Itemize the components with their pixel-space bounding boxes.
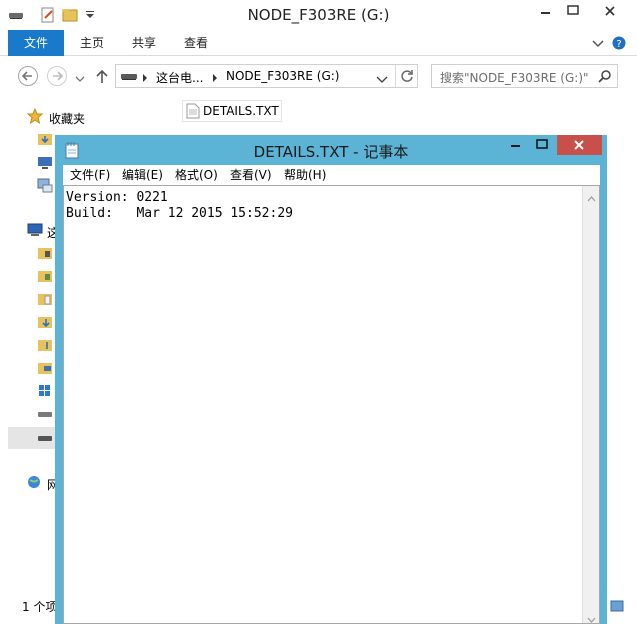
breadcrumb-separator-icon[interactable] bbox=[142, 72, 148, 86]
network-icon bbox=[27, 474, 43, 493]
pictures-folder-icon bbox=[37, 268, 53, 287]
file-item[interactable]: DETAILS.TXT bbox=[182, 100, 282, 122]
large-icons-view-icon[interactable] bbox=[610, 600, 624, 615]
desktop: NODE_F303RE (G:) 文件 主页 共享 查看 ? 这台电... NO… bbox=[0, 0, 637, 624]
notepad-text-area[interactable]: Version: 0221 Build: Mar 12 2015 15:52:2… bbox=[63, 185, 600, 624]
menu-edit[interactable]: 编辑(E) bbox=[122, 167, 163, 183]
drive-icon bbox=[120, 69, 138, 86]
file-name: DETAILS.TXT bbox=[203, 104, 279, 118]
notepad-close-button[interactable] bbox=[557, 135, 602, 155]
desktop-folder-icon bbox=[37, 360, 53, 379]
explorer-close-button[interactable] bbox=[588, 0, 633, 22]
computer-icon bbox=[27, 222, 43, 241]
svg-text:?: ? bbox=[616, 39, 621, 50]
notepad-menu-bar: 文件(F) 编辑(E) 格式(O) 查看(V) 帮助(H) bbox=[63, 165, 600, 185]
explorer-maximize-button[interactable] bbox=[560, 0, 586, 22]
drive-icon bbox=[37, 430, 53, 449]
explorer-minimize-button[interactable] bbox=[532, 0, 558, 22]
search-placeholder: 搜索"NODE_F303RE (G:)" bbox=[440, 71, 589, 85]
ribbon-tab-bar: 文件 主页 共享 查看 ? bbox=[0, 30, 637, 56]
menu-view[interactable]: 查看(V) bbox=[230, 167, 272, 183]
tab-file[interactable]: 文件 bbox=[8, 30, 64, 56]
menu-format[interactable]: 格式(O) bbox=[175, 167, 218, 183]
address-dropdown-icon[interactable] bbox=[376, 73, 388, 87]
folder-download-icon bbox=[37, 131, 53, 150]
breadcrumb-separator-icon[interactable] bbox=[212, 72, 218, 86]
notepad-title-bar[interactable]: DETAILS.TXT - 记事本 bbox=[55, 135, 607, 165]
documents-folder-icon bbox=[37, 291, 53, 310]
breadcrumb-drive[interactable]: NODE_F303RE (G:) bbox=[226, 69, 340, 83]
desktop-icon bbox=[37, 154, 53, 173]
star-icon bbox=[26, 107, 44, 127]
refresh-button[interactable] bbox=[395, 65, 417, 87]
back-button[interactable] bbox=[18, 66, 38, 86]
menu-help[interactable]: 帮助(H) bbox=[284, 167, 326, 183]
drive-icon bbox=[37, 406, 53, 425]
scroll-down-icon[interactable] bbox=[587, 612, 596, 624]
explorer-title-bar: NODE_F303RE (G:) bbox=[0, 0, 637, 30]
notepad-window: DETAILS.TXT - 记事本 文件(F) 编辑(E) 格式(O) 查看(V… bbox=[55, 135, 607, 624]
vertical-scrollbar[interactable] bbox=[582, 186, 599, 623]
scroll-up-icon[interactable] bbox=[587, 191, 596, 205]
downloads-folder-icon bbox=[37, 314, 53, 333]
video-folder-icon bbox=[37, 245, 53, 264]
address-bar[interactable]: 这台电... NODE_F303RE (G:) bbox=[115, 64, 418, 88]
forward-button[interactable] bbox=[47, 66, 67, 86]
breadcrumb-this-pc[interactable]: 这台电... bbox=[156, 69, 203, 86]
tab-view[interactable]: 查看 bbox=[176, 30, 216, 56]
text-file-icon bbox=[186, 103, 200, 122]
item-count: 1 个项 bbox=[22, 600, 58, 614]
up-arrow-icon[interactable] bbox=[95, 68, 109, 87]
notepad-maximize-button[interactable] bbox=[529, 135, 556, 155]
menu-file[interactable]: 文件(F) bbox=[70, 167, 110, 183]
search-icon[interactable] bbox=[598, 69, 612, 86]
expand-ribbon-icon[interactable] bbox=[592, 38, 604, 52]
document-text: Version: 0221 Build: Mar 12 2015 15:52:2… bbox=[66, 190, 293, 221]
nav-favorites-label: 收藏夹 bbox=[49, 112, 86, 126]
tab-home[interactable]: 主页 bbox=[72, 30, 112, 56]
recent-locations-icon[interactable] bbox=[75, 72, 85, 86]
music-folder-icon bbox=[37, 337, 53, 356]
search-input[interactable]: 搜索"NODE_F303RE (G:)" bbox=[431, 64, 618, 88]
recent-places-icon bbox=[37, 177, 53, 196]
windows-drive-icon bbox=[37, 383, 53, 402]
tab-share[interactable]: 共享 bbox=[124, 30, 164, 56]
navigation-bar: 这台电... NODE_F303RE (G:) 搜索"NODE_F303RE (… bbox=[0, 56, 637, 96]
help-icon[interactable]: ? bbox=[612, 36, 626, 53]
notepad-minimize-button[interactable] bbox=[502, 135, 529, 155]
